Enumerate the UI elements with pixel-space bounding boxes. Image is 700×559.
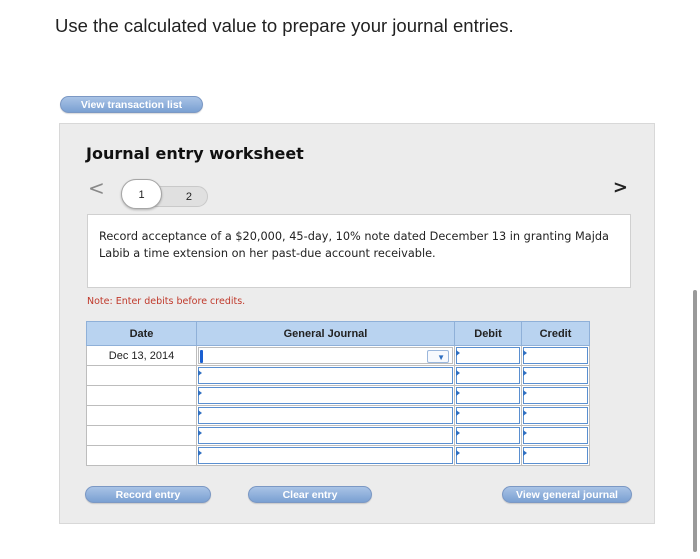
account-cell[interactable] <box>196 365 455 386</box>
credit-cell[interactable] <box>521 425 590 446</box>
date-cell[interactable] <box>86 365 197 386</box>
transaction-description: Record acceptance of a $20,000, 45-day, … <box>87 214 631 288</box>
account-input[interactable] <box>198 427 453 444</box>
input-marker-icon <box>198 390 202 396</box>
instruction-text: Use the calculated value to prepare your… <box>55 15 514 36</box>
account-dropdown-arrow-icon[interactable]: ▼ <box>427 350 449 363</box>
account-cell[interactable] <box>196 405 455 426</box>
account-input[interactable] <box>198 367 453 384</box>
credit-input[interactable] <box>523 387 588 404</box>
journal-header-row: Date General Journal Debit Credit <box>86 321 590 346</box>
table-row <box>86 385 590 406</box>
table-row <box>86 425 590 446</box>
date-cell[interactable] <box>86 385 197 406</box>
text-caret <box>200 350 203 363</box>
debit-cell[interactable] <box>454 385 522 406</box>
credit-cell[interactable] <box>521 345 590 366</box>
input-marker-icon <box>456 410 460 416</box>
debit-input[interactable] <box>456 367 520 384</box>
header-date: Date <box>86 321 197 346</box>
debit-cell[interactable] <box>454 405 522 426</box>
date-cell[interactable] <box>86 445 197 466</box>
table-row <box>86 445 590 466</box>
input-marker-icon <box>456 390 460 396</box>
page-scrollbar[interactable] <box>693 290 697 552</box>
debit-input[interactable] <box>456 407 520 424</box>
journal-table: Date General Journal Debit Credit Dec 13… <box>86 321 590 466</box>
date-cell[interactable] <box>86 405 197 426</box>
account-cell[interactable] <box>196 385 455 406</box>
worksheet-title: Journal entry worksheet <box>86 144 304 163</box>
account-cell[interactable] <box>196 445 455 466</box>
credit-cell[interactable] <box>521 385 590 406</box>
chevron-right-icon[interactable]: > <box>613 177 628 198</box>
account-input[interactable] <box>198 407 453 424</box>
account-input[interactable] <box>198 387 453 404</box>
table-row <box>86 365 590 386</box>
input-marker-icon <box>456 450 460 456</box>
credit-cell[interactable] <box>521 445 590 466</box>
credit-input[interactable] <box>523 347 588 364</box>
debit-input[interactable] <box>456 387 520 404</box>
record-entry-button[interactable]: Record entry <box>85 486 211 503</box>
view-transaction-list-button[interactable]: View transaction list <box>60 96 203 113</box>
debit-cell[interactable] <box>454 345 522 366</box>
input-marker-icon <box>523 450 527 456</box>
note-text: Note: Enter debits before credits. <box>87 296 246 307</box>
credit-input[interactable] <box>523 427 588 444</box>
input-marker-icon <box>456 370 460 376</box>
table-row <box>86 405 590 426</box>
date-cell[interactable]: Dec 13, 2014 <box>86 345 197 366</box>
tab-1[interactable]: 1 <box>121 179 162 209</box>
input-marker-icon <box>456 430 460 436</box>
credit-cell[interactable] <box>521 365 590 386</box>
input-marker-icon <box>523 370 527 376</box>
input-marker-icon <box>198 410 202 416</box>
debit-cell[interactable] <box>454 365 522 386</box>
input-marker-icon <box>523 390 527 396</box>
debit-cell[interactable] <box>454 445 522 466</box>
debit-input[interactable] <box>456 447 520 464</box>
debit-cell[interactable] <box>454 425 522 446</box>
input-marker-icon <box>456 350 460 356</box>
header-general-journal: General Journal <box>196 321 455 346</box>
input-marker-icon <box>198 370 202 376</box>
view-general-journal-button[interactable]: View general journal <box>502 486 632 503</box>
date-cell[interactable] <box>86 425 197 446</box>
debit-input[interactable] <box>456 347 520 364</box>
journal-entry-worksheet-panel: Journal entry worksheet < 2 1 > Record a… <box>59 123 655 524</box>
header-debit: Debit <box>454 321 522 346</box>
input-marker-icon <box>523 430 527 436</box>
credit-input[interactable] <box>523 407 588 424</box>
header-credit: Credit <box>521 321 590 346</box>
input-marker-icon <box>198 450 202 456</box>
table-row: Dec 13, 2014 ▼ <box>86 345 590 366</box>
debit-input[interactable] <box>456 427 520 444</box>
chevron-left-icon[interactable]: < <box>88 176 105 200</box>
credit-input[interactable] <box>523 367 588 384</box>
account-input[interactable]: ▼ <box>198 347 453 364</box>
credit-input[interactable] <box>523 447 588 464</box>
input-marker-icon <box>523 410 527 416</box>
input-marker-icon <box>523 350 527 356</box>
account-input[interactable] <box>198 447 453 464</box>
credit-cell[interactable] <box>521 405 590 426</box>
input-marker-icon <box>198 430 202 436</box>
clear-entry-button[interactable]: Clear entry <box>248 486 372 503</box>
account-cell[interactable] <box>196 425 455 446</box>
account-cell[interactable]: ▼ <box>196 345 455 366</box>
